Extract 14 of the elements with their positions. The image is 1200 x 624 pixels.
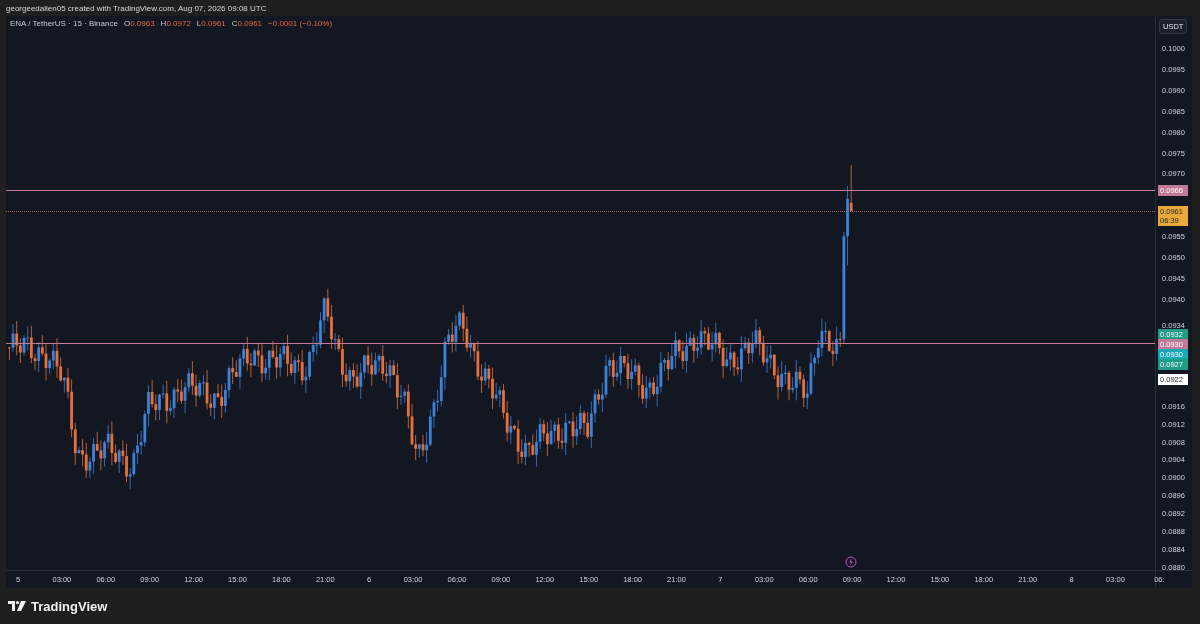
logo-icon xyxy=(8,601,26,611)
symbol-title: ENA / TetherUS · 15 · Binance xyxy=(10,19,118,28)
ohlc-key: H xyxy=(160,19,167,28)
brand-name: TradingView xyxy=(31,598,108,614)
ohlc-value: 0.0963 xyxy=(130,19,155,28)
ohlc-value: 0.0961 xyxy=(237,19,263,28)
chart-attribution: georgeedallen05 created with TradingView.com, Aug 07, 2026 09:08 UTC xyxy=(5,2,268,15)
ohlc-key: C xyxy=(231,19,238,28)
ohlc-key: L xyxy=(196,19,202,28)
ohlc-value: 0.0961 xyxy=(201,19,226,28)
ohlc-key: O xyxy=(123,19,131,28)
lightning-icon xyxy=(845,556,857,568)
price-change: −0.0001 (−0.10%) xyxy=(268,19,333,28)
ohlc-value: 0.0972 xyxy=(166,19,191,28)
